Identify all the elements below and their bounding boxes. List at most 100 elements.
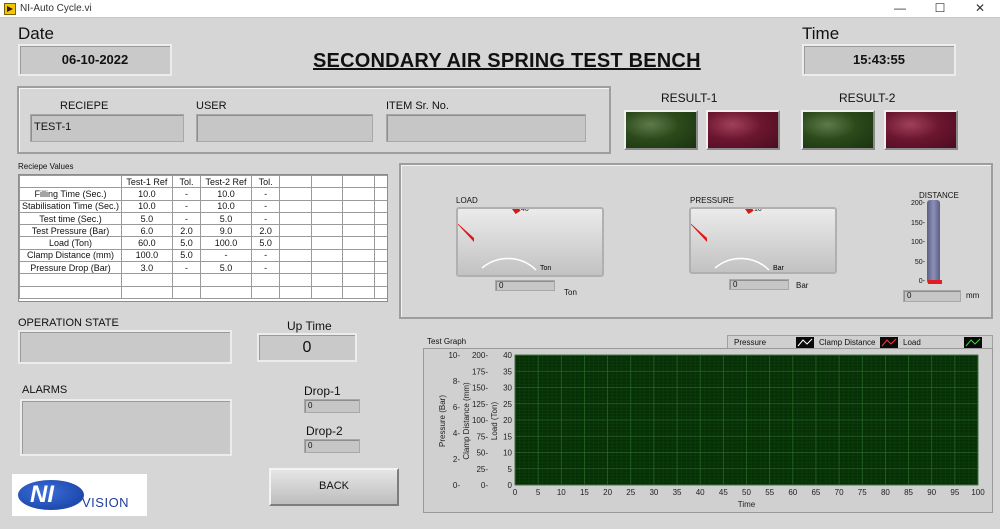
table-cell[interactable]: 5.0	[121, 211, 173, 226]
table-cell[interactable]: 5.0	[250, 236, 281, 250]
table-cell[interactable]	[279, 211, 312, 226]
table-cell[interactable]	[373, 248, 387, 263]
table-cell[interactable]: Stabilisation Time (Sec.)	[19, 199, 123, 213]
table-cell[interactable]	[19, 175, 123, 189]
back-button[interactable]: BACK	[269, 468, 399, 506]
table-cell[interactable]	[373, 261, 387, 275]
table-cell[interactable]: 10.0	[200, 199, 252, 213]
table-cell[interactable]	[279, 273, 312, 287]
table-cell[interactable]	[279, 224, 312, 238]
table-cell[interactable]: 5.0	[171, 236, 202, 250]
table-cell[interactable]: 60.0	[121, 236, 173, 250]
table-cell[interactable]: -	[250, 199, 281, 213]
maximize-button[interactable]: ☐	[920, 0, 960, 18]
table-cell[interactable]: Test-2 Ref	[200, 175, 252, 189]
table-cell[interactable]	[279, 261, 312, 275]
table-cell[interactable]	[19, 285, 123, 299]
table-cell[interactable]: 5.0	[200, 211, 252, 226]
table-cell[interactable]: 5.0	[200, 261, 252, 275]
table-cell[interactable]: Load (Ton)	[19, 236, 123, 250]
table-cell[interactable]: 10.0	[121, 199, 173, 213]
table-cell[interactable]: Tol.	[250, 175, 281, 189]
table-cell[interactable]	[342, 175, 375, 189]
table-cell[interactable]: 5.0	[171, 248, 202, 263]
table-cell[interactable]	[310, 248, 344, 263]
table-cell[interactable]: Test-1 Ref	[121, 175, 173, 189]
recipe-field[interactable]: TEST-1	[30, 114, 184, 142]
table-cell[interactable]	[310, 211, 344, 226]
table-cell[interactable]: -	[250, 211, 281, 226]
table-cell[interactable]: 2.0	[171, 224, 202, 238]
table-cell[interactable]: -	[171, 261, 202, 275]
table-cell[interactable]	[373, 199, 387, 213]
table-cell[interactable]: Clamp Distance (mm)	[19, 248, 123, 263]
minimize-button[interactable]: —	[880, 0, 920, 18]
table-cell[interactable]: -	[171, 211, 202, 226]
table-cell[interactable]: -	[200, 248, 252, 263]
table-cell[interactable]: 100.0	[200, 236, 252, 250]
table-cell[interactable]	[279, 175, 312, 189]
table-cell[interactable]	[310, 285, 344, 299]
table-cell[interactable]	[342, 273, 375, 287]
table-cell[interactable]	[342, 261, 375, 275]
table-cell[interactable]	[342, 187, 375, 201]
table-cell[interactable]	[171, 273, 202, 287]
table-cell[interactable]	[121, 285, 173, 299]
table-cell[interactable]	[279, 187, 312, 201]
table-cell[interactable]	[121, 273, 173, 287]
table-cell[interactable]	[310, 187, 344, 201]
table-cell[interactable]: 6.0	[121, 224, 173, 238]
gauge-needle[interactable]	[691, 220, 707, 242]
table-cell[interactable]: Test time (Sec.)	[19, 211, 123, 226]
table-cell[interactable]: Pressure Drop (Bar)	[19, 261, 123, 275]
table-cell[interactable]: 3.0	[121, 261, 173, 275]
table-row: Stabilisation Time (Sec.) 10.0-10.0-	[19, 199, 387, 213]
table-cell[interactable]	[373, 285, 387, 299]
table-cell[interactable]	[200, 273, 252, 287]
table-cell[interactable]	[310, 261, 344, 275]
table-cell[interactable]	[310, 273, 344, 287]
table-cell[interactable]	[279, 248, 312, 263]
table-cell[interactable]	[310, 224, 344, 238]
table-cell[interactable]	[373, 236, 387, 250]
table-cell[interactable]	[19, 273, 123, 287]
table-cell[interactable]	[279, 199, 312, 213]
table-cell[interactable]	[373, 187, 387, 201]
table-cell[interactable]	[342, 285, 375, 299]
table-cell[interactable]	[342, 224, 375, 238]
table-cell[interactable]: Tol.	[171, 175, 202, 189]
table-cell[interactable]: 2.0	[250, 224, 281, 238]
table-cell[interactable]: 9.0	[200, 224, 252, 238]
table-cell[interactable]: -	[171, 187, 202, 201]
table-cell[interactable]	[171, 285, 202, 299]
table-cell[interactable]	[342, 236, 375, 250]
table-cell[interactable]	[342, 248, 375, 263]
table-cell[interactable]	[310, 236, 344, 250]
table-cell[interactable]	[342, 211, 375, 226]
user-field[interactable]	[196, 114, 373, 142]
table-cell[interactable]	[250, 285, 281, 299]
table-cell[interactable]	[279, 285, 312, 299]
table-cell[interactable]	[373, 175, 387, 189]
table-cell[interactable]	[373, 211, 387, 226]
table-cell[interactable]: -	[250, 187, 281, 201]
gauge-needle[interactable]	[458, 220, 474, 242]
table-cell[interactable]	[310, 175, 344, 189]
table-cell[interactable]: Filling Time (Sec.)	[19, 187, 123, 201]
table-cell[interactable]: -	[250, 248, 281, 263]
table-cell[interactable]: -	[250, 261, 281, 275]
table-cell[interactable]	[250, 273, 281, 287]
table-cell[interactable]: 10.0	[121, 187, 173, 201]
table-cell[interactable]	[373, 273, 387, 287]
table-cell[interactable]	[342, 199, 375, 213]
table-cell[interactable]	[279, 236, 312, 250]
close-button[interactable]: ✕	[960, 0, 1000, 18]
item-serial-field[interactable]	[386, 114, 586, 142]
table-cell[interactable]: Test Pressure (Bar)	[19, 224, 123, 238]
table-cell[interactable]	[310, 199, 344, 213]
table-cell[interactable]	[373, 224, 387, 238]
table-cell[interactable]: 100.0	[121, 248, 173, 263]
table-cell[interactable]: 10.0	[200, 187, 252, 201]
table-cell[interactable]: -	[171, 199, 202, 213]
table-cell[interactable]	[200, 285, 252, 299]
